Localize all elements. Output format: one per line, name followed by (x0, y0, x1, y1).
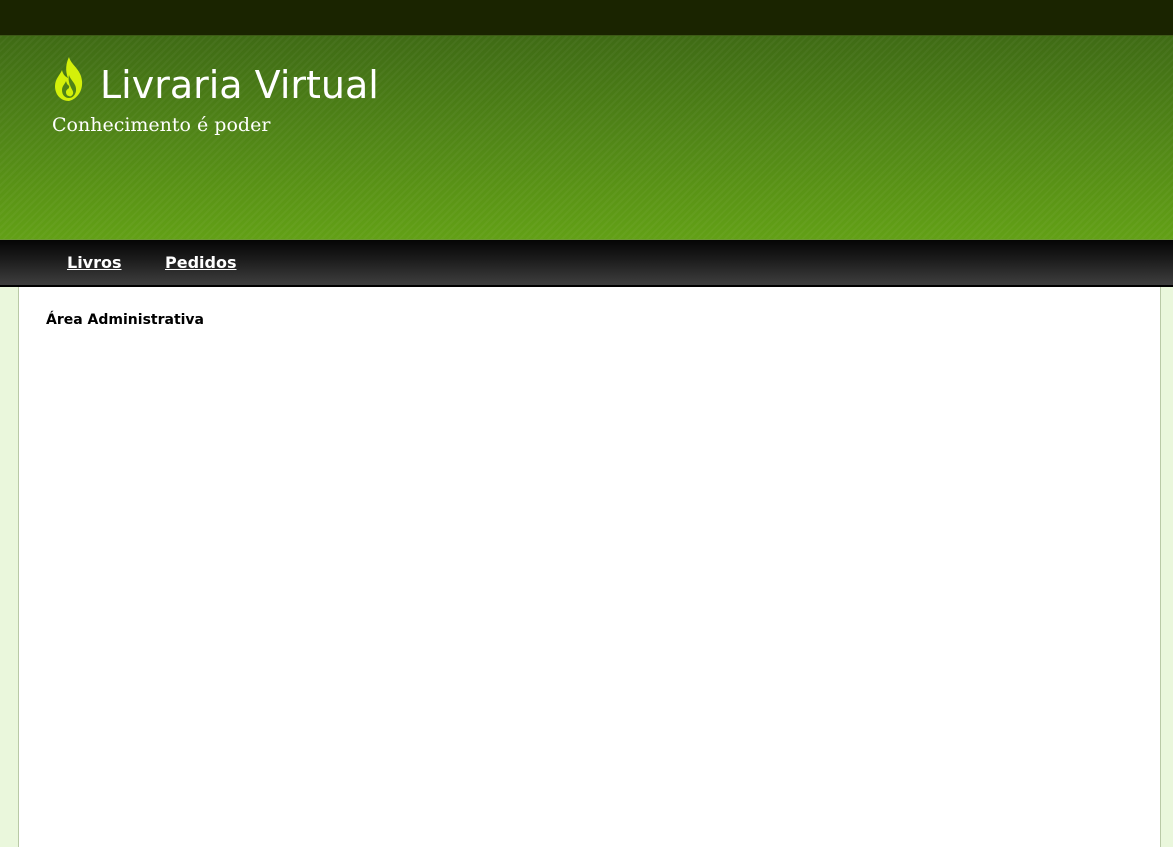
main-content: Área Administrativa (18, 287, 1161, 847)
flame-icon (55, 57, 83, 101)
top-bar (0, 0, 1173, 36)
nav-link-pedidos[interactable]: Pedidos (165, 253, 236, 273)
site-title: Livraria Virtual (100, 63, 379, 107)
site-header: Livraria Virtual Conhecimento é poder (0, 36, 1173, 240)
nav-link-livros[interactable]: Livros (67, 253, 122, 273)
site-slogan: Conhecimento é poder (52, 114, 271, 136)
main-nav: Livros Pedidos (0, 240, 1173, 287)
page-title: Área Administrativa (46, 312, 205, 328)
